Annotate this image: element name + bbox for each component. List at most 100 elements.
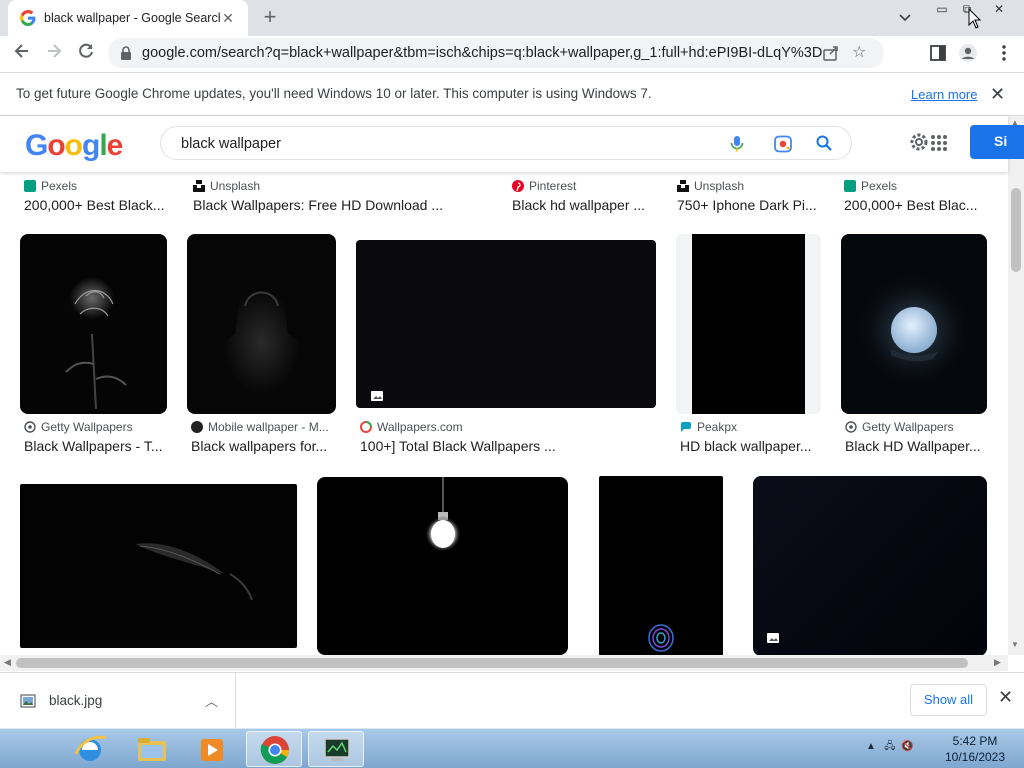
tab-strip: black wallpaper - Google Search ✕ + ▭ ⧉ … bbox=[0, 0, 1024, 36]
show-all-button[interactable]: Show all bbox=[910, 684, 987, 716]
search-icon[interactable] bbox=[815, 134, 833, 152]
windows-taskbar: ▲ 🖧 🔇 5:42 PM 10/16/2023 bbox=[0, 728, 1024, 768]
taskbar-explorer[interactable] bbox=[124, 731, 180, 767]
settings-gear-icon[interactable] bbox=[908, 131, 930, 153]
result-caption[interactable]: HD black wallpaper... bbox=[680, 438, 820, 454]
scroll-left-arrow-icon[interactable]: ◀ bbox=[4, 657, 11, 668]
getty-icon bbox=[845, 421, 857, 433]
unsplash-icon bbox=[677, 180, 689, 192]
browser-tab[interactable]: black wallpaper - Google Search ✕ bbox=[8, 0, 248, 36]
result-thumbnail[interactable] bbox=[599, 476, 723, 655]
infobar-close-icon[interactable]: ✕ bbox=[990, 84, 1005, 105]
result-thumbnail[interactable] bbox=[356, 240, 656, 408]
result-thumbnail[interactable] bbox=[676, 234, 821, 414]
result-caption[interactable]: Black Wallpapers - T... bbox=[24, 438, 167, 454]
result-thumbnail[interactable] bbox=[187, 234, 336, 414]
infobar-message: To get future Google Chrome updates, you… bbox=[16, 86, 652, 101]
result-caption[interactable]: Black wallpapers for... bbox=[191, 438, 336, 454]
learn-more-link[interactable]: Learn more bbox=[911, 87, 977, 102]
peakpx-icon bbox=[681, 422, 691, 432]
result-source: Mobile wallpaper - M... bbox=[208, 420, 329, 434]
result-source: Pexels bbox=[41, 179, 78, 193]
profile-avatar-icon[interactable] bbox=[958, 43, 978, 63]
tab-close-icon[interactable]: ✕ bbox=[220, 10, 236, 26]
forward-button[interactable] bbox=[42, 41, 66, 65]
google-apps-icon[interactable] bbox=[930, 134, 948, 152]
monitor-app-icon bbox=[324, 738, 350, 761]
vertical-scrollbar[interactable]: ▲ ▼ bbox=[1008, 116, 1024, 655]
result-caption[interactable]: 750+ Iphone Dark Pi... bbox=[677, 197, 819, 213]
horizontal-scroll-thumb[interactable] bbox=[16, 658, 968, 668]
mouse-cursor-icon bbox=[968, 8, 982, 29]
vertical-scroll-thumb[interactable] bbox=[1011, 188, 1021, 272]
result-thumbnail[interactable] bbox=[317, 477, 568, 655]
dark-leaf-image bbox=[135, 543, 253, 601]
download-file-name: black.jpg bbox=[49, 693, 103, 708]
pexels-icon bbox=[844, 180, 856, 192]
download-item[interactable]: black.jpg ︿ bbox=[0, 673, 236, 728]
image-results: Pexels 200,000+ Best Black... Unsplash B… bbox=[0, 160, 1008, 655]
result-source: Unsplash bbox=[210, 179, 261, 193]
media-player-icon bbox=[201, 739, 223, 761]
result-caption[interactable]: Black hd wallpaper ... bbox=[512, 197, 652, 213]
result-thumbnail[interactable] bbox=[20, 234, 167, 414]
taskbar-app[interactable] bbox=[308, 731, 364, 767]
side-panel-icon[interactable] bbox=[928, 43, 948, 63]
address-bar[interactable]: google.com/search?q=black+wallpaper&tbm=… bbox=[108, 38, 884, 68]
voice-search-icon[interactable] bbox=[729, 135, 745, 153]
search-box[interactable] bbox=[160, 126, 852, 160]
volume-muted-icon[interactable]: 🔇 bbox=[901, 741, 913, 752]
new-tab-button[interactable]: + bbox=[258, 6, 282, 30]
taskbar-clock[interactable]: 5:42 PM 10/16/2023 bbox=[935, 733, 1015, 765]
result-source: Pinterest bbox=[529, 179, 577, 193]
sign-in-button[interactable]: Si bbox=[970, 125, 1024, 159]
image-badge-icon bbox=[371, 391, 383, 401]
google-logo[interactable]: Google bbox=[25, 129, 123, 163]
share-icon[interactable] bbox=[822, 44, 840, 62]
reload-button[interactable] bbox=[74, 41, 98, 65]
forward-arrow-icon bbox=[48, 44, 62, 58]
result-thumbnail[interactable] bbox=[841, 234, 987, 414]
network-icon[interactable]: 🖧 bbox=[884, 741, 895, 752]
mobile-wallpaper-icon bbox=[191, 421, 203, 433]
scroll-down-arrow-icon[interactable]: ▼ bbox=[1011, 640, 1019, 649]
result-caption[interactable]: Black Wallpapers: Free HD Download ... bbox=[193, 197, 463, 213]
result-thumbnail[interactable] bbox=[20, 484, 297, 648]
google-favicon-icon bbox=[20, 10, 36, 26]
window-close-button[interactable]: ✕ bbox=[984, 0, 1014, 20]
tray-expand-icon[interactable]: ▲ bbox=[866, 741, 876, 752]
back-arrow-icon bbox=[14, 44, 28, 58]
bookmark-star-icon[interactable]: ☆ bbox=[852, 44, 870, 62]
result-source: Pexels bbox=[861, 179, 898, 193]
getty-icon bbox=[24, 421, 36, 433]
clock-time: 5:42 PM bbox=[952, 734, 998, 748]
screen: black wallpaper - Google Search ✕ + ▭ ⧉ … bbox=[0, 0, 1024, 768]
result-source: Getty Wallpapers bbox=[862, 420, 954, 434]
result-source: Unsplash bbox=[694, 179, 745, 193]
result-caption[interactable]: 200,000+ Best Blac... bbox=[844, 197, 984, 213]
horizontal-scrollbar[interactable]: ◀ ▶ bbox=[0, 655, 1008, 671]
chevron-up-icon[interactable]: ︿ bbox=[205, 691, 218, 710]
close-shelf-icon[interactable]: ✕ bbox=[998, 687, 1013, 708]
taskbar-chrome[interactable] bbox=[246, 731, 302, 767]
result-source: Getty Wallpapers bbox=[41, 420, 133, 434]
result-caption[interactable]: 200,000+ Best Black... bbox=[24, 197, 169, 213]
result-source: Peakpx bbox=[697, 420, 738, 434]
light-bulb-image bbox=[425, 477, 461, 552]
update-infobar: To get future Google Chrome updates, you… bbox=[0, 72, 1024, 116]
taskbar-ie[interactable] bbox=[62, 731, 118, 767]
back-button[interactable] bbox=[10, 41, 34, 65]
internet-explorer-icon bbox=[74, 735, 107, 761]
lock-icon bbox=[121, 46, 131, 60]
result-caption[interactable]: 100+] Total Black Wallpapers ... bbox=[360, 438, 650, 454]
result-thumbnail[interactable] bbox=[753, 476, 987, 655]
chrome-menu-icon[interactable] bbox=[994, 43, 1014, 63]
google-lens-icon[interactable] bbox=[773, 135, 793, 153]
search-input[interactable] bbox=[181, 134, 701, 154]
result-caption[interactable]: Black HD Wallpaper... bbox=[845, 438, 985, 454]
taskbar-media-player[interactable] bbox=[184, 731, 240, 767]
unsplash-icon bbox=[193, 180, 205, 192]
system-tray[interactable]: ▲ 🖧 🔇 bbox=[866, 739, 913, 756]
tab-search-chevron-icon[interactable] bbox=[896, 8, 914, 26]
scroll-right-arrow-icon[interactable]: ▶ bbox=[994, 657, 1001, 668]
